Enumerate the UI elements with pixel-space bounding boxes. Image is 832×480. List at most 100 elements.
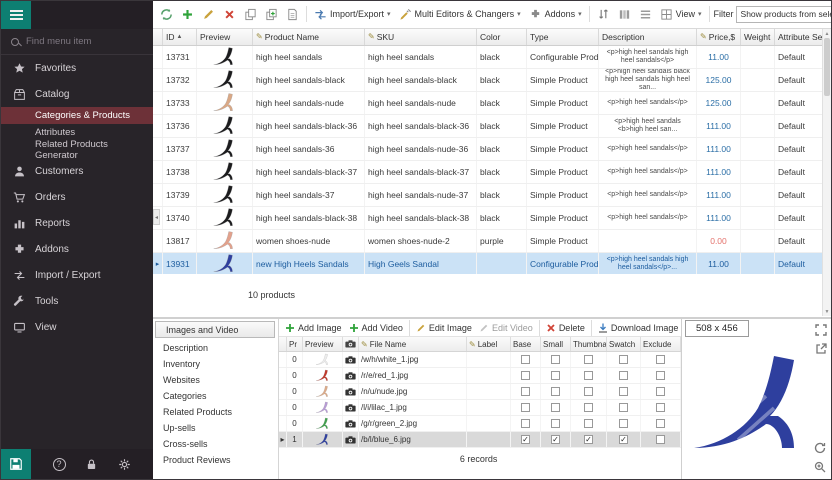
- checkbox[interactable]: [551, 403, 560, 412]
- checkbox[interactable]: [619, 403, 628, 412]
- file-row[interactable]: 0/r/e/red_1.jpg: [279, 368, 681, 384]
- product-row[interactable]: 13737high heel sandals-36high heel sanda…: [153, 138, 831, 161]
- search-input[interactable]: [26, 36, 126, 47]
- column-header-swatch[interactable]: Swatch: [607, 337, 641, 351]
- checkbox[interactable]: [619, 419, 628, 428]
- product-row[interactable]: 13740high heel sandals-black-38high heel…: [153, 207, 831, 230]
- list-button[interactable]: [636, 6, 655, 23]
- copy-button[interactable]: [241, 6, 260, 23]
- sidebar-item-view[interactable]: View: [1, 314, 153, 340]
- checkbox[interactable]: [551, 387, 560, 396]
- refresh-button[interactable]: [157, 6, 176, 23]
- checkbox[interactable]: [656, 355, 665, 364]
- filter-select[interactable]: Show products from selected categories ▾: [736, 6, 832, 23]
- checkbox[interactable]: [521, 387, 530, 396]
- checkbox[interactable]: [656, 371, 665, 380]
- download-image-button[interactable]: Download Image: [595, 321, 681, 335]
- sidebar-item-reports[interactable]: Reports: [1, 210, 153, 236]
- tab-up-sells[interactable]: Up-sells: [153, 420, 278, 436]
- scroll-down-icon[interactable]: ▼: [825, 307, 830, 316]
- sidebar-item-related-products-generator[interactable]: Related Products Generator: [1, 141, 153, 158]
- multi-editors-menu[interactable]: Multi Editors & Changers▾: [396, 6, 524, 23]
- file-row[interactable]: 0/g/r/green_2.jpg: [279, 416, 681, 432]
- columns-button[interactable]: [615, 6, 634, 23]
- checkbox[interactable]: ✓: [551, 435, 560, 444]
- view-menu[interactable]: View▾: [657, 6, 705, 23]
- document-button[interactable]: [283, 6, 302, 23]
- checkbox[interactable]: [656, 435, 665, 444]
- checkbox[interactable]: [619, 355, 628, 364]
- tab-product-reviews[interactable]: Product Reviews: [153, 452, 278, 468]
- column-header-base[interactable]: Base: [511, 337, 541, 351]
- sort-button[interactable]: [594, 6, 613, 23]
- tab-images-and-video[interactable]: Images and Video: [155, 321, 275, 338]
- checkbox[interactable]: [656, 387, 665, 396]
- product-row[interactable]: 13732high heel sandals-blackhigh heel sa…: [153, 69, 831, 92]
- column-header-id[interactable]: ID▲: [163, 29, 197, 45]
- checkbox[interactable]: [584, 371, 593, 380]
- add-image-button[interactable]: Add Image: [282, 321, 345, 335]
- collapse-panel-button[interactable]: ◂: [153, 209, 160, 225]
- product-row[interactable]: 13736high heel sandals-black-36high heel…: [153, 115, 831, 138]
- duplicate-button[interactable]: [262, 6, 281, 23]
- sidebar-item-catalog[interactable]: Catalog: [1, 81, 153, 107]
- edit-product-button[interactable]: [199, 6, 218, 23]
- checkbox[interactable]: ✓: [619, 435, 628, 444]
- scrollbar-thumb[interactable]: [824, 38, 830, 96]
- tab-websites[interactable]: Websites: [153, 372, 278, 388]
- import-export-menu[interactable]: Import/Export▾: [311, 6, 394, 23]
- checkbox[interactable]: [656, 419, 665, 428]
- gear-icon[interactable]: [118, 457, 132, 471]
- checkbox[interactable]: ✓: [521, 435, 530, 444]
- checkbox[interactable]: [656, 403, 665, 412]
- checkbox[interactable]: [521, 371, 530, 380]
- column-header-product-name[interactable]: ✎Product Name: [253, 29, 365, 45]
- checkbox[interactable]: [521, 419, 530, 428]
- checkbox[interactable]: [584, 355, 593, 364]
- sidebar-item-categories-products[interactable]: Categories & Products: [1, 107, 153, 124]
- column-header-exclude[interactable]: Exclude: [641, 337, 681, 351]
- fullscreen-icon[interactable]: [814, 323, 828, 337]
- column-header-thumbnail[interactable]: Thumbna: [571, 337, 607, 351]
- column-header-preview[interactable]: Preview: [197, 29, 253, 45]
- column-header-sku[interactable]: ✎SKU: [365, 29, 477, 45]
- column-header-price[interactable]: ✎Price,$: [697, 29, 741, 45]
- column-header-pr[interactable]: Pr: [287, 337, 303, 351]
- column-header-weight[interactable]: Weight: [741, 29, 775, 45]
- product-row[interactable]: ▸13931new High Heels SandalsHigh Geels S…: [153, 253, 831, 275]
- open-external-icon[interactable]: [814, 342, 828, 356]
- checkbox[interactable]: [584, 403, 593, 412]
- sidebar-item-addons[interactable]: Addons: [1, 236, 153, 262]
- addons-menu[interactable]: Addons▾: [526, 6, 585, 23]
- column-header-description[interactable]: Description: [599, 29, 697, 45]
- file-row[interactable]: 0/w/h/white_1.jpg: [279, 352, 681, 368]
- sidebar-item-import-export[interactable]: Import / Export: [1, 262, 153, 288]
- checkbox[interactable]: [521, 403, 530, 412]
- column-header-color[interactable]: Color: [477, 29, 527, 45]
- file-row[interactable]: 0/l/i/lilac_1.jpg: [279, 400, 681, 416]
- rotate-icon[interactable]: [813, 441, 827, 455]
- file-row[interactable]: ▸1/b/l/blue_6.jpg✓✓✓✓: [279, 432, 681, 448]
- tab-cross-sells[interactable]: Cross-sells: [153, 436, 278, 452]
- sidebar-item-tools[interactable]: Tools: [1, 288, 153, 314]
- checkbox[interactable]: [551, 371, 560, 380]
- tab-inventory[interactable]: Inventory: [153, 356, 278, 372]
- sidebar-item-favorites[interactable]: Favorites: [1, 55, 153, 81]
- vertical-scrollbar[interactable]: ▲ ▼: [822, 29, 831, 316]
- product-row[interactable]: 13817women shoes-nudewomen shoes-nude-2p…: [153, 230, 831, 253]
- checkbox[interactable]: [551, 355, 560, 364]
- sidebar-item-orders[interactable]: Orders: [1, 184, 153, 210]
- sidebar-item-customers[interactable]: Customers: [1, 158, 153, 184]
- product-row[interactable]: 13733high heel sandals-nudehigh heel san…: [153, 92, 831, 115]
- column-header-camera[interactable]: [343, 337, 359, 351]
- scroll-up-icon[interactable]: ▲: [825, 29, 830, 38]
- zoom-icon[interactable]: [813, 460, 827, 474]
- checkbox[interactable]: [619, 371, 628, 380]
- column-header-preview[interactable]: Preview: [303, 337, 343, 351]
- add-video-button[interactable]: Add Video: [346, 321, 406, 335]
- save-database-button[interactable]: [1, 449, 31, 479]
- column-header-small[interactable]: Small: [541, 337, 571, 351]
- product-row[interactable]: 13731high heel sandalshigh heel sandalsb…: [153, 46, 831, 69]
- edit-image-button[interactable]: Edit Image: [413, 321, 475, 335]
- checkbox[interactable]: [521, 355, 530, 364]
